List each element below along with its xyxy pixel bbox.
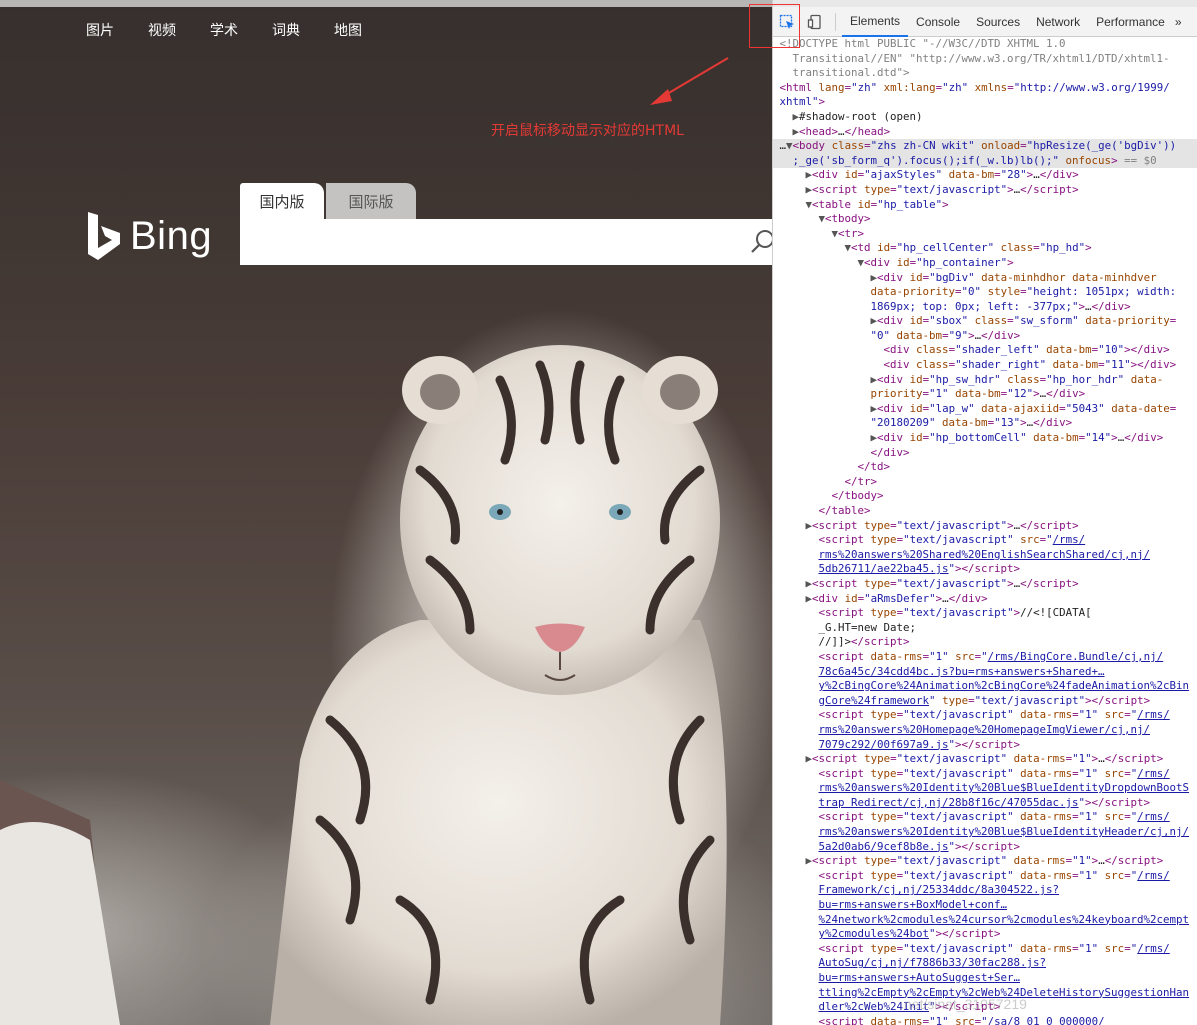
dom-tree-node[interactable]: y%2cBingCore%24Animation%2cBingCore%24fa… [773,679,1197,694]
nav-maps[interactable]: 地图 [334,20,396,40]
nav-dictionary[interactable]: 词典 [272,20,334,40]
dom-tree-node[interactable]: </tbody> [773,489,1197,504]
dom-tree-node[interactable]: ▼<div id="hp_container"> [773,256,1197,271]
dom-tree-node[interactable]: ;_ge('sb_form_q').focus();if(_w.lb)lb();… [773,153,1197,169]
top-nav: 图片 视频 学术 词典 地图 [86,20,396,40]
dom-tree-node[interactable]: "0" data-bm="9">…</div> [773,329,1197,344]
dom-tree-node[interactable]: <div class="shader_left" data-bm="10"></… [773,343,1197,358]
dom-tree-node[interactable]: ▶#shadow-root (open) [773,110,1197,125]
dom-tree-node[interactable]: data-priority="0" style="height: 1051px;… [773,285,1197,300]
dom-tree-node[interactable]: trap Redirect/cj,nj/28b8f16c/47055dac.js… [773,796,1197,811]
more-tabs-button[interactable]: » [1173,15,1182,29]
dom-tree-node[interactable]: <script type="text/javascript" data-rms=… [773,767,1197,782]
annotation-arrow-icon [650,57,729,105]
dom-tree-node[interactable]: <html lang="zh" xml:lang="zh" xmlns="htt… [773,81,1197,96]
dom-tree-node[interactable]: </table> [773,504,1197,519]
dom-tree-node[interactable]: </td> [773,460,1197,475]
devtools-toolbar: Elements Console Sources Network Perform… [773,7,1197,37]
dom-tree-node[interactable]: ▼<tr> [773,227,1197,242]
dom-tree-node[interactable]: 1869px; top: 0px; left: -377px;">…</div> [773,300,1197,315]
dom-tree-node[interactable]: priority="1" data-bm="12">…</div> [773,387,1197,402]
dom-tree-node[interactable]: ▼<td id="hp_cellCenter" class="hp_hd"> [773,241,1197,256]
annotation-text: 开启鼠标移动显示对应的HTML [491,123,684,139]
tab-network[interactable]: Network [1028,7,1088,37]
background-tiger-image [0,0,772,1025]
dom-tree-node[interactable]: <script type="text/javascript" data-rms=… [773,708,1197,723]
region-tabs: 国内版 国际版 [240,183,416,219]
dom-tree-node[interactable]: …▼<body class="zhs zh-CN wkit" onload="h… [773,139,1197,154]
tab-domestic[interactable]: 国内版 [240,183,324,219]
bing-logo-text: Bing [130,213,213,258]
dom-tree-node[interactable]: rms%20answers%20Identity%20Blue$BlueIden… [773,781,1197,796]
tab-performance[interactable]: Performance [1088,7,1173,37]
bing-logo[interactable]: Bing [86,210,212,262]
dom-tree-node[interactable]: <!DOCTYPE html PUBLIC "-//W3C//DTD XHTML… [773,37,1197,52]
nav-videos[interactable]: 视频 [148,20,210,40]
dom-tree-node[interactable]: <script type="text/javascript" data-rms=… [773,810,1197,825]
dom-tree-node[interactable]: ▶<script type="text/javascript">…</scrip… [773,519,1197,534]
tab-sources[interactable]: Sources [968,7,1028,37]
dom-tree-node[interactable]: 5a2d0ab6/9cef8b8e.js"></script> [773,840,1197,855]
dom-tree-node[interactable]: xhtml"> [773,95,1197,110]
nav-academic[interactable]: 学术 [210,20,272,40]
tab-elements[interactable]: Elements [842,7,909,37]
dom-tree-node[interactable]: <script data-rms="1" src="/rms/BingCore.… [773,650,1197,665]
dom-tree-node[interactable]: bu=rms+answers+BoxModel+conf… [773,898,1197,913]
dom-tree-node[interactable]: <div class="shader_right" data-bm="11"><… [773,358,1197,373]
dom-tree-node[interactable]: ▶<div id="aRmsDefer">…</div> [773,592,1197,607]
dom-tree-node[interactable]: ▶<div id="hp_sw_hdr" class="hp_hor_hdr" … [773,373,1197,388]
device-toolbar-icon[interactable] [801,8,829,36]
dom-tree-node[interactable]: ▶<head>…</head> [773,125,1197,140]
dom-tree-node[interactable]: ▶<div id="lap_w" data-ajaxiid="5043" dat… [773,402,1197,417]
dom-tree-node[interactable]: y%2cmodules%24bot"></script> [773,927,1197,942]
dom-tree-node[interactable]: <script type="text/javascript" data-rms=… [773,942,1197,957]
dom-tree-node[interactable]: <script type="text/javascript" src="/rms… [773,533,1197,548]
dom-tree-node[interactable]: ▶<div id="sbox" class="sw_sform" data-pr… [773,314,1197,329]
bing-homepage: 图片 视频 学术 词典 地图 Bing 国内版 国际版 开启鼠标移动显示对应的H… [0,0,772,1025]
dom-tree-node[interactable]: gCore%24framework" type="text/javascript… [773,694,1197,709]
dom-tree-node[interactable]: rms%20answers%20Homepage%20HomepageImgVi… [773,723,1197,738]
dom-tree-node[interactable]: ▶<div id="ajaxStyles" data-bm="28">…</di… [773,168,1197,183]
dom-tree-node[interactable]: ▼<table id="hp_table"> [773,198,1197,213]
annotation-highlight-box [749,4,800,48]
nav-images[interactable]: 图片 [86,20,148,40]
dom-tree-node[interactable]: _G.HT=new Date; [773,621,1197,636]
dom-tree-node[interactable]: 5db26711/ae22ba45.js"></script> [773,562,1197,577]
dom-tree-node[interactable]: rms%20answers%20Identity%20Blue$BlueIden… [773,825,1197,840]
dom-tree-node[interactable]: <script data-rms="1" src="/sa/8_01_0_000… [773,1015,1197,1025]
dom-tree-node[interactable]: transitional.dtd"> [773,66,1197,81]
dom-tree-node[interactable]: rms%20answers%20Shared%20EnglishSearchSh… [773,548,1197,563]
dom-tree-node[interactable]: ▶<script type="text/javascript">…</scrip… [773,183,1197,198]
dom-tree-node[interactable]: AutoSug/cj,nj/f7886b33/30fac288.js? [773,956,1197,971]
dom-tree-node[interactable]: </tr> [773,475,1197,490]
dom-tree-node[interactable]: <script type="text/javascript">//<![CDAT… [773,606,1197,621]
toolbar-divider [835,12,836,31]
tab-international[interactable]: 国际版 [326,183,416,219]
search-input[interactable] [240,219,772,265]
dom-tree-node[interactable]: bu=rms+answers+AutoSuggest+Ser… [773,971,1197,986]
dom-tree-node[interactable]: <script type="text/javascript" data-rms=… [773,869,1197,884]
dom-tree-node[interactable]: ▶<div id="hp_bottomCell" data-bm="14">…<… [773,431,1197,446]
dom-tree-node[interactable]: %24network%2cmodules%24cursor%2cmodules%… [773,913,1197,928]
watermark: .net/sinat_31057219 [900,996,1027,1012]
dom-tree-node[interactable]: ▼<tbody> [773,212,1197,227]
dom-tree-node[interactable]: 78c6a45c/34cdd4bc.js?bu=rms+answers+Shar… [773,665,1197,680]
dom-tree-node[interactable]: 7079c292/00f697a9.js"></script> [773,738,1197,753]
bing-logo-icon [88,212,120,260]
dom-tree-node[interactable]: </div> [773,446,1197,461]
dom-tree-node[interactable]: ▶<div id="bgDiv" data-minhdhor data-minh… [773,271,1197,286]
search-icon[interactable] [750,228,772,254]
dom-tree-node[interactable]: ▶<script type="text/javascript" data-rms… [773,854,1197,869]
elements-tree[interactable]: <!DOCTYPE html PUBLIC "-//W3C//DTD XHTML… [773,37,1197,1025]
dom-tree-node[interactable]: Transitional//EN" "http://www.w3.org/TR/… [773,52,1197,67]
dom-tree-node[interactable]: "20180209" data-bm="13">…</div> [773,416,1197,431]
dom-tree-node[interactable]: ▶<script type="text/javascript" data-rms… [773,752,1197,767]
tab-console[interactable]: Console [908,7,968,37]
dom-tree-node[interactable]: Framework/cj,nj/25334ddc/8a304522.js? [773,883,1197,898]
dom-tree-node[interactable]: ▶<script type="text/javascript">…</scrip… [773,577,1197,592]
dom-tree-node[interactable]: //]]></script> [773,635,1197,650]
devtools-panel: Elements Console Sources Network Perform… [772,0,1197,1025]
